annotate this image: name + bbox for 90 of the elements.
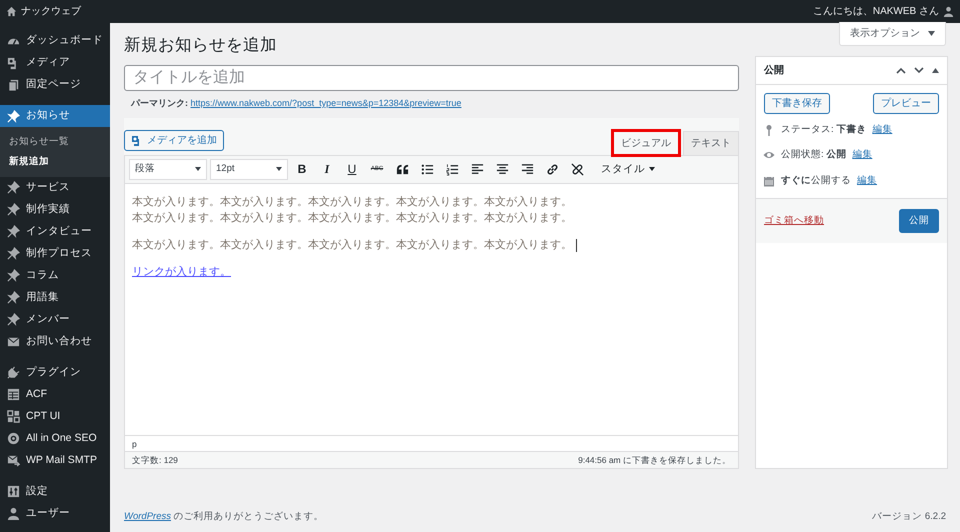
sidebar-item[interactable]: 用語集	[0, 286, 110, 308]
title-field[interactable]: タイトルを追加	[124, 64, 739, 91]
sidebar-item[interactable]: メディア	[0, 52, 110, 74]
user-icon	[7, 507, 20, 520]
status-text: ステータス: 下書き	[781, 123, 866, 137]
editor-tab[interactable]: テキスト	[683, 131, 739, 156]
word-count: 文字数: 129	[132, 454, 178, 466]
edit-link[interactable]: 編集	[872, 123, 892, 138]
sliders-icon	[7, 485, 20, 498]
bulleted-list-icon[interactable]	[420, 162, 434, 176]
chevron-up-icon[interactable]	[896, 67, 906, 74]
pin-icon	[7, 269, 20, 282]
italic-button[interactable]: I	[316, 159, 338, 180]
submenu-item[interactable]: お知らせ一覧	[0, 132, 110, 152]
align-right-icon[interactable]	[520, 162, 534, 176]
link-icon[interactable]	[546, 162, 558, 176]
quote-icon[interactable]	[396, 162, 408, 176]
sidebar-item[interactable]: ACF	[0, 384, 110, 406]
chevron-down-icon[interactable]	[914, 67, 924, 74]
align-left-icon[interactable]	[470, 162, 484, 176]
pin-icon	[7, 291, 20, 304]
pin-icon	[7, 247, 20, 260]
pin-icon	[7, 225, 20, 238]
sidebar-item[interactable]: サービス	[0, 176, 110, 198]
caret-icon	[649, 167, 655, 172]
screen-options-button[interactable]: 表示オプション	[839, 22, 946, 46]
add-media-button[interactable]: メディアを追加	[124, 130, 224, 152]
align-center-icon[interactable]	[496, 162, 508, 176]
envelope-arrow-icon	[7, 454, 20, 467]
table-icon	[7, 388, 20, 401]
sidebar-item[interactable]: インタビュー	[0, 220, 110, 242]
version-text: バージョン 6.2.2	[872, 510, 946, 524]
content-link[interactable]: リンクが入ります。	[132, 266, 231, 278]
pin-icon	[7, 181, 20, 194]
home-icon[interactable]	[6, 6, 17, 17]
sidebar-item[interactable]: メンバー	[0, 308, 110, 330]
trash-link[interactable]: ゴミ箱へ移動	[764, 214, 824, 228]
sidebar-item[interactable]: お知らせ	[0, 105, 110, 127]
sidebar-item[interactable]: 制作プロセス	[0, 242, 110, 264]
body-paragraph: 本文が入ります。本文が入ります。本文が入ります。本文が入ります。本文が入ります。	[132, 236, 731, 253]
sidebar-item[interactable]: コラム	[0, 264, 110, 286]
page-title: 新規お知らせを追加	[124, 36, 278, 56]
pin-icon	[7, 110, 20, 122]
permalink-line: パーマリンク: https://www.nakweb.com/?post_type=news&p=12384&preview=true	[130, 96, 462, 110]
edit-link[interactable]: 編集	[857, 174, 877, 188]
sidebar-item[interactable]: お問い合わせ	[0, 330, 110, 352]
bold-button[interactable]: B	[291, 159, 313, 180]
plug-icon	[7, 366, 20, 379]
sidebar-item[interactable]: 制作実績	[0, 198, 110, 220]
sidebar-item[interactable]: All in One SEO	[0, 428, 110, 450]
caret-icon	[928, 31, 935, 36]
site-name[interactable]: ナックウェブ	[21, 4, 81, 19]
sidebar-item[interactable]: 設定	[0, 480, 110, 502]
user-icon[interactable]	[943, 6, 954, 17]
numbered-list-icon[interactable]	[446, 162, 458, 176]
sidebar-item[interactable]: CPT UI	[0, 406, 110, 428]
user-greeting[interactable]: こんにちは、NAKWEB さん	[812, 4, 939, 19]
permalink-link[interactable]: https://www.nakweb.com/?post_type=news&p=12384&preview=true	[190, 98, 462, 108]
sidebar-item[interactable]: 固定ページ	[0, 74, 110, 96]
pages-icon	[7, 78, 20, 92]
preview-button[interactable]: プレビュー	[873, 93, 939, 114]
calendar-icon	[763, 174, 775, 187]
styles-dropdown[interactable]: スタイル	[595, 160, 661, 178]
edit-link[interactable]: 編集	[852, 148, 872, 162]
sidebar-item[interactable]: ダッシュボード	[0, 30, 110, 52]
submenu-item[interactable]: 新規追加	[0, 152, 110, 172]
caret-icon	[195, 167, 201, 172]
caret-icon	[276, 167, 282, 172]
sidebar-item[interactable]: ユーザー	[0, 502, 110, 524]
status-text: 公開状態: 公開	[781, 148, 846, 162]
wordpress-link[interactable]: WordPress	[124, 510, 171, 522]
collapse-icon[interactable]	[932, 68, 939, 73]
grid-icon	[7, 410, 20, 423]
sidebar-item[interactable]: WP Mail SMTP	[0, 450, 110, 472]
pin-icon	[7, 313, 20, 326]
format-select[interactable]: 段落	[129, 159, 207, 180]
sidebar-item[interactable]: プラグイン	[0, 362, 110, 384]
envelope-icon	[7, 335, 20, 348]
unlink-icon[interactable]	[570, 162, 584, 176]
body-paragraph: 本文が入ります。本文が入ります。本文が入ります。本文が入ります。本文が入ります。 本文が入ります。本文が入ります。本文が入ります。本文が入ります。本文が入ります。	[132, 194, 573, 226]
status-text: すぐに公開する	[781, 174, 851, 188]
editor-tab[interactable]: ビジュアル	[613, 131, 679, 156]
footer-thanks: WordPress のご利用ありがとうございます。	[124, 510, 324, 524]
pin-icon	[7, 203, 20, 216]
underline-button[interactable]: U	[341, 159, 363, 180]
publish-button[interactable]: 公開	[899, 208, 939, 233]
save-draft-button[interactable]: 下書き保存	[764, 93, 830, 114]
autosave-status: 9:44:56 am に下書きを保存しました。	[578, 454, 731, 466]
panel-title: 公開	[764, 64, 784, 78]
font-size-select[interactable]: 12pt	[210, 159, 288, 180]
